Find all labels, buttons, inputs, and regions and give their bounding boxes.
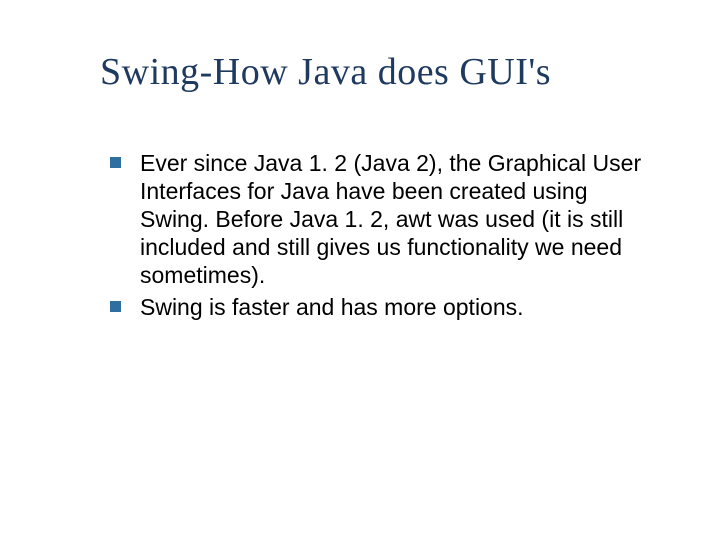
- slide-title: Swing-How Java does GUI's: [100, 50, 660, 94]
- list-item: Swing is faster and has more options.: [110, 293, 660, 321]
- bullet-text: Ever since Java 1. 2 (Java 2), the Graph…: [140, 150, 641, 288]
- bullet-text: Swing is faster and has more options.: [140, 294, 524, 320]
- bullet-list: Ever since Java 1. 2 (Java 2), the Graph…: [110, 149, 660, 321]
- slide: Swing-How Java does GUI's Ever since Jav…: [0, 0, 720, 540]
- bullet-square-icon: [110, 301, 121, 312]
- bullet-square-icon: [110, 157, 121, 168]
- list-item: Ever since Java 1. 2 (Java 2), the Graph…: [110, 149, 660, 289]
